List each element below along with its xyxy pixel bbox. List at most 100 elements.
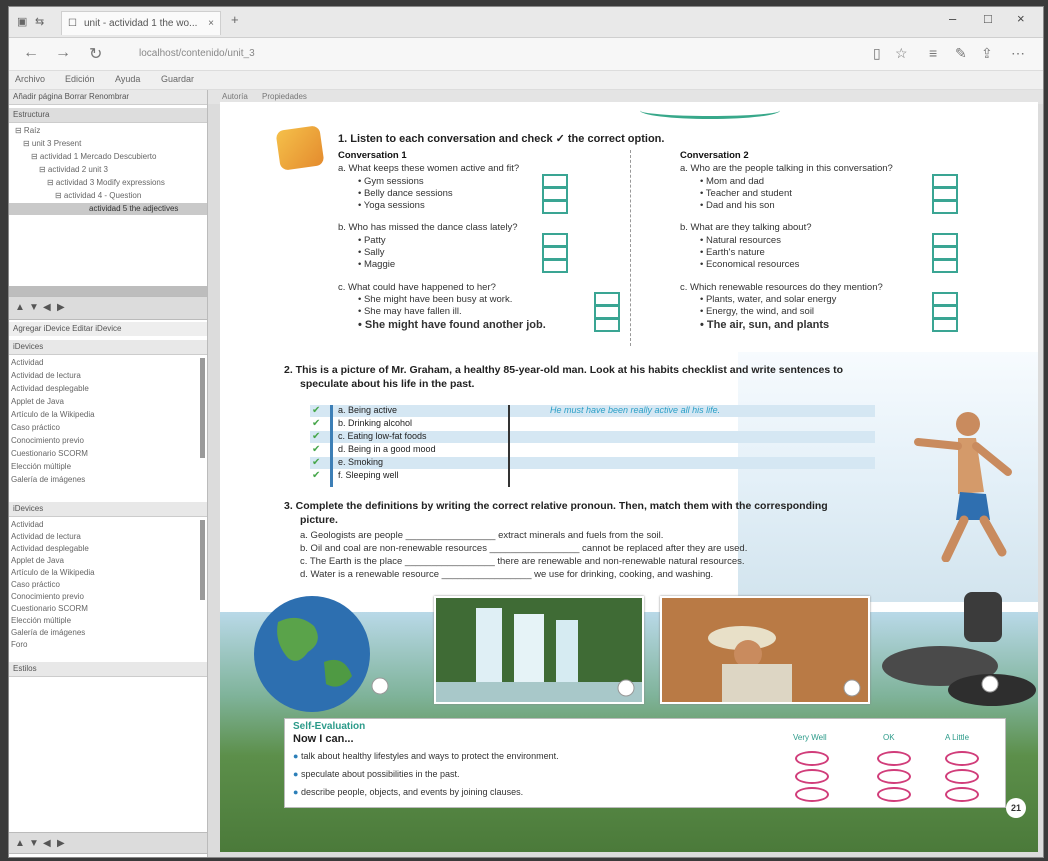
idevice-list-item[interactable]: Actividad — [11, 358, 199, 367]
scrollbar-horizontal[interactable] — [9, 286, 207, 296]
idevice-list-item[interactable]: Artículo de la Wikipedia — [11, 410, 199, 419]
rating-oval[interactable] — [795, 769, 829, 784]
hub-icon[interactable]: ≡ — [929, 45, 937, 61]
table-row[interactable]: ✔ d. Being in a good mood — [310, 444, 875, 456]
tree-item-selected[interactable]: actividad 5 the adjectives — [89, 204, 178, 213]
tree-item-root[interactable]: ⊟ Raíz — [15, 126, 40, 135]
rating-oval[interactable] — [877, 787, 911, 802]
check-box[interactable] — [542, 187, 568, 201]
idevice-list-item[interactable]: Conocimiento previo — [11, 436, 199, 445]
move-down-icon[interactable]: ▼ — [29, 838, 39, 849]
forward-icon[interactable]: → — [55, 44, 71, 62]
check-box[interactable] — [932, 200, 958, 214]
check-box[interactable] — [542, 174, 568, 188]
new-tab-icon[interactable]: + — [231, 12, 239, 27]
idevice-list-item[interactable]: Actividad desplegable — [11, 544, 199, 553]
browser-tab[interactable]: ☐ unit - actividad 1 the wo... × — [61, 11, 221, 35]
tree-item[interactable]: ⊟ unit 3 Present — [23, 139, 81, 148]
check-box[interactable] — [542, 259, 568, 273]
tab-list-icon[interactable]: ⇆ — [35, 15, 44, 28]
outdent-icon[interactable]: ▶ — [57, 302, 65, 313]
table-row[interactable]: ✔ e. Smoking — [310, 457, 875, 469]
idevice-list-item[interactable]: Actividad — [11, 520, 199, 529]
rating-oval[interactable] — [945, 751, 979, 766]
idevice-list-item[interactable]: Applet de Java — [11, 397, 199, 406]
rating-oval[interactable] — [945, 787, 979, 802]
idevice-list-item[interactable]: Artículo de la Wikipedia — [11, 568, 199, 577]
maximize-button[interactable]: □ — [984, 11, 992, 26]
check-box[interactable] — [932, 292, 958, 306]
outline-toolbar[interactable]: Añadir página Borrar Renombrar — [9, 90, 207, 105]
tree-item[interactable]: ⊟ actividad 1 Mercado Descubierto — [31, 152, 156, 161]
check-box[interactable] — [932, 233, 958, 247]
table-row[interactable]: ✔ f. Sleeping well — [310, 470, 875, 482]
back-icon[interactable]: ← — [23, 44, 39, 62]
idevice-list-item[interactable]: Elección múltiple — [11, 616, 199, 625]
check-box[interactable] — [542, 200, 568, 214]
list-scrollbar-2[interactable] — [200, 520, 205, 600]
list-scrollbar[interactable] — [200, 358, 205, 458]
share-icon[interactable]: ⇪ — [981, 45, 993, 62]
check-box[interactable] — [932, 246, 958, 260]
menu-item-ayuda[interactable]: Ayuda — [115, 74, 140, 84]
indent-icon[interactable]: ◀ — [43, 302, 51, 313]
menu-item-guardar[interactable]: Guardar — [161, 74, 194, 84]
check-box[interactable] — [932, 305, 958, 319]
outdent-icon[interactable]: ▶ — [57, 838, 65, 849]
tab-properties[interactable]: Propiedades — [262, 92, 307, 101]
rating-oval[interactable] — [945, 769, 979, 784]
indent-icon[interactable]: ◀ — [43, 838, 51, 849]
rating-oval[interactable] — [795, 787, 829, 802]
notes-icon[interactable]: ✎ — [955, 45, 967, 62]
idevice-list-item[interactable]: Elección múltiple — [11, 462, 199, 471]
idevice-list-item[interactable]: Actividad desplegable — [11, 384, 199, 393]
table-row[interactable]: ✔ b. Drinking alcohol — [310, 418, 875, 430]
reading-view-icon[interactable]: ▯ — [873, 45, 881, 62]
more-icon[interactable]: ⋯ — [1011, 45, 1025, 62]
idevice-list-item[interactable]: Foro — [11, 640, 199, 649]
check-box[interactable] — [594, 318, 620, 332]
move-up-icon[interactable]: ▲ — [15, 838, 25, 849]
rating-oval[interactable] — [877, 769, 911, 784]
earth-image — [254, 596, 389, 712]
menu-item-archivo[interactable]: Archivo — [15, 74, 45, 84]
definition-item: a. Geologists are people _______________… — [300, 530, 664, 541]
tab-close-icon[interactable]: × — [208, 12, 214, 36]
menu-item-edicion[interactable]: Edición — [65, 74, 95, 84]
move-down-icon[interactable]: ▼ — [29, 302, 39, 313]
idevice-list-item[interactable]: Actividad de lectura — [11, 532, 199, 541]
check-box[interactable] — [932, 187, 958, 201]
check-box[interactable] — [932, 259, 958, 273]
refresh-icon[interactable]: ↻ — [89, 44, 102, 64]
tree-item[interactable]: ⊟ actividad 4 - Question — [55, 191, 141, 200]
idevices-header: iDevices — [9, 340, 207, 355]
idevice-list-item[interactable]: Actividad de lectura — [11, 371, 199, 380]
move-up-icon[interactable]: ▲ — [15, 302, 25, 313]
idevice-list-item[interactable]: Galería de imágenes — [11, 628, 199, 637]
check-box[interactable] — [594, 305, 620, 319]
favorite-star-icon[interactable]: ☆ — [895, 45, 908, 62]
idevice-list-item[interactable]: Conocimiento previo — [11, 592, 199, 601]
minimize-button[interactable]: – — [949, 11, 956, 26]
check-box[interactable] — [542, 246, 568, 260]
rating-oval[interactable] — [795, 751, 829, 766]
option: • Gym sessions — [358, 176, 424, 187]
tree-item[interactable]: ⊟ actividad 2 unit 3 — [39, 165, 108, 174]
idevice-list-item[interactable]: Applet de Java — [11, 556, 199, 565]
check-box[interactable] — [932, 318, 958, 332]
close-button[interactable]: × — [1017, 11, 1025, 26]
idevice-list-item[interactable]: Caso práctico — [11, 423, 199, 432]
idevice-list-item[interactable]: Caso práctico — [11, 580, 199, 589]
check-box[interactable] — [542, 233, 568, 247]
idevice-list-item[interactable]: Cuestionario SCORM — [11, 449, 199, 458]
idevice-list-item[interactable]: Galería de imágenes — [11, 475, 199, 484]
idevice-list-item[interactable]: Cuestionario SCORM — [11, 604, 199, 613]
tree-item[interactable]: ⊟ actividad 3 Modify expressions — [47, 178, 165, 187]
idevice-toolbar[interactable]: Agregar iDevice Editar iDevice — [9, 322, 207, 336]
rating-oval[interactable] — [877, 751, 911, 766]
table-row[interactable]: ✔ c. Eating low-fat foods — [310, 431, 875, 443]
url-field[interactable]: localhost/contenido/unit_3 — [139, 45, 869, 63]
check-box[interactable] — [594, 292, 620, 306]
check-box[interactable] — [932, 174, 958, 188]
tab-authoring[interactable]: Autoría — [222, 92, 248, 101]
